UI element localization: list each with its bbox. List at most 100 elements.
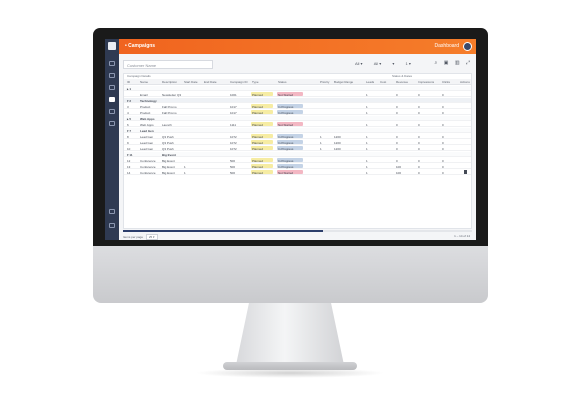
column-header[interactable]: Cost <box>380 80 386 84</box>
table-cell: 100 <box>396 171 402 175</box>
filter-dropdown[interactable]: All ▾ <box>374 61 382 66</box>
table-cell: 500 <box>230 159 236 163</box>
list-icon[interactable] <box>109 109 115 114</box>
table-row[interactable]: 10 Lead Gen Q3 Push 1072 Planned In Progress 1… <box>124 146 471 151</box>
table-cell: 0 <box>418 165 420 169</box>
column-header[interactable]: Leads <box>366 80 374 84</box>
column-header[interactable]: Revenue <box>396 80 408 84</box>
column-header[interactable]: Start Date <box>184 80 198 84</box>
table-cell: Lead Gen <box>140 135 154 139</box>
table-row[interactable]: 3 Product Fall Promo 1017 Planned In Progress… <box>124 104 471 109</box>
type-badge: Planned <box>252 135 264 139</box>
table-cell: 0 <box>442 147 444 151</box>
table-cell: 1 <box>366 165 368 169</box>
home-icon[interactable] <box>109 61 115 66</box>
horizontal-scrollbar[interactable] <box>123 230 472 232</box>
group-row[interactable]: ▸ 1 <box>124 86 471 91</box>
toolbar: ⌕ ▣ ▥ ⤢ <box>430 60 470 66</box>
table-cell: ▸ 1 <box>127 87 132 91</box>
logout-icon[interactable] <box>109 223 115 228</box>
column-header[interactable]: ID <box>127 80 130 84</box>
table-row[interactable]: 6 Web Apps Launch 1111 Planned Not Started 1 0 0… <box>124 122 471 127</box>
table-cell: 9 <box>127 141 129 145</box>
table-cell: 0 <box>442 141 444 145</box>
table-row[interactable]: 8 Lead Gen Q3 Push 1072 Planned In Progress 1 1… <box>124 134 471 139</box>
type-badge: Planned <box>252 171 264 175</box>
table-cell: 1072 <box>230 141 237 145</box>
table-row[interactable]: 9 Lead Gen Q3 Push 1072 Planned In Progress 1 1… <box>124 140 471 145</box>
group-row[interactable]: ▾ 7 Lead Gen <box>124 128 471 133</box>
table-cell: ▾ 11 <box>127 153 133 157</box>
table-cell: 1072 <box>230 135 237 139</box>
table-row[interactable]: 4 Product Fall Promo 1017 Planned In Progress… <box>124 110 471 115</box>
column-header[interactable]: Name <box>140 80 148 84</box>
table-row[interactable]: 14 Conference Big Event 1 500 Planned Not Star… <box>124 170 471 175</box>
app-logo-icon[interactable] <box>108 42 116 50</box>
page-size-select[interactable]: 25 ▾ <box>145 234 158 240</box>
monitor-scene: • Campaigns Dashboard Customer Name All … <box>0 0 581 409</box>
search-icon[interactable]: ⌕ <box>435 60 438 66</box>
expand-icon[interactable]: ⤢ <box>466 60 470 66</box>
column-header[interactable]: Campaign ID <box>230 80 248 84</box>
search-input[interactable]: Customer Name <box>123 60 213 69</box>
campaigns-icon[interactable] <box>109 97 115 102</box>
save-icon[interactable]: ▣ <box>444 60 449 66</box>
group-row[interactable]: ▾ 2 Technology <box>124 98 471 103</box>
table-cell: 0 <box>396 159 398 163</box>
chart-icon[interactable] <box>109 73 115 78</box>
table-cell: 0 <box>418 171 420 175</box>
main-content: Customer Name All ▾ All ▾ ▾ 1 ▾ ⌕ ▣ ▥ ⤢ … <box>119 54 476 240</box>
pager: Items per page 25 ▾ <box>123 234 158 240</box>
status-badge: In Progress <box>278 141 294 145</box>
table-cell: 1 <box>366 147 368 151</box>
filter-dropdown[interactable]: ▾ <box>392 61 394 66</box>
column-header[interactable]: Description <box>162 80 177 84</box>
table-cell: 1001 <box>230 93 237 97</box>
column-header[interactable]: End Date <box>204 80 217 84</box>
table-cell: Conference <box>140 165 156 169</box>
monitor-stand <box>236 303 344 365</box>
filter-dropdown[interactable]: All ▾ <box>355 61 363 66</box>
table-cell: 0 <box>396 105 398 109</box>
table-cell: Q3 Push <box>162 141 174 145</box>
table-cell: Fall Promo <box>162 111 177 115</box>
column-header[interactable]: Priority <box>320 80 329 84</box>
column-header[interactable]: Status <box>278 80 287 84</box>
column-header[interactable]: Impressions <box>418 80 434 84</box>
group-row[interactable]: ▾ 11 Big Event <box>124 152 471 157</box>
table-cell: 1 <box>320 135 322 139</box>
column-header[interactable]: Type <box>252 80 259 84</box>
table-cell: 0 <box>442 123 444 127</box>
table-row[interactable]: 12 Conference Big Event 500 Planned In Progre… <box>124 158 471 163</box>
avatar[interactable] <box>463 42 472 51</box>
settings-icon[interactable] <box>109 209 115 214</box>
scrollbar-thumb[interactable] <box>123 230 323 232</box>
filter-dropdown[interactable]: 1 ▾ <box>406 61 411 66</box>
table-row[interactable]: Email Newsletter Q3 1001 Planned Not Started… <box>124 92 471 97</box>
table-cell: 1 <box>366 105 368 109</box>
column-header[interactable]: Actions <box>460 80 470 84</box>
table-cell: 0 <box>418 105 420 109</box>
calendar-icon[interactable] <box>109 121 115 126</box>
group-row[interactable]: ▸ 5 Web Apps <box>124 116 471 121</box>
table-cell: 0 <box>396 93 398 97</box>
download-icon[interactable] <box>464 170 467 174</box>
column-header[interactable]: Budget Range <box>334 80 353 84</box>
column-header[interactable]: Clicks <box>442 80 450 84</box>
users-icon[interactable] <box>109 85 115 90</box>
table-cell: Fall Promo <box>162 105 177 109</box>
table-cell: 0 <box>396 147 398 151</box>
table-cell: 0 <box>442 105 444 109</box>
type-badge: Planned <box>252 159 264 163</box>
table-cell: 1200 <box>334 135 341 139</box>
table-cell: 1 <box>366 141 368 145</box>
table-cell: 0 <box>418 123 420 127</box>
table-cell: 8 <box>127 135 129 139</box>
dashboard-link[interactable]: Dashboard <box>435 43 459 49</box>
monitor-chin <box>93 246 488 303</box>
table-cell: 1 <box>184 171 186 175</box>
type-badge: Planned <box>252 93 264 97</box>
delete-icon[interactable]: ▥ <box>455 60 460 66</box>
table-cell: 1 <box>366 171 368 175</box>
table-row[interactable]: 13 Conference Big Event 1 500 Planned In Progr… <box>124 164 471 169</box>
